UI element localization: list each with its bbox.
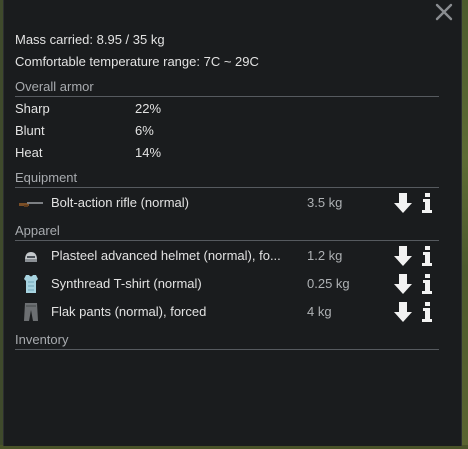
drop-button[interactable] (393, 301, 413, 323)
helmet-icon (18, 246, 44, 266)
gear-panel: Mass carried: 8.95 / 35 kg Comfortable t… (3, 0, 462, 446)
item-name: Flak pants (normal), forced (51, 304, 207, 319)
info-button[interactable] (420, 273, 434, 295)
info-icon (422, 246, 432, 266)
tshirt-icon (18, 274, 44, 294)
armor-stat-value: 14% (135, 145, 162, 160)
info-button[interactable] (420, 245, 434, 267)
item-name: Bolt-action rifle (normal) (51, 195, 189, 210)
info-button[interactable] (420, 301, 434, 323)
drop-button[interactable] (393, 245, 413, 267)
item-mass: 0.25 kg (307, 276, 350, 291)
drop-arrow-icon (394, 193, 412, 213)
overall-armor-header: Overall armor (15, 79, 439, 97)
info-icon (422, 193, 432, 213)
info-icon (422, 274, 432, 294)
item-name: Synthread T-shirt (normal) (51, 276, 202, 291)
armor-stat-label: Blunt (15, 123, 45, 138)
equipment-item-row[interactable]: Bolt-action rifle (normal) 3.5 kg (15, 191, 439, 215)
drop-button[interactable] (393, 192, 413, 214)
apparel-item-row[interactable]: Synthread T-shirt (normal) 0.25 kg (15, 272, 439, 296)
apparel-item-row[interactable]: Flak pants (normal), forced 4 kg (15, 300, 439, 324)
armor-stat-value: 6% (135, 123, 154, 138)
drop-arrow-icon (394, 246, 412, 266)
drop-arrow-icon (394, 274, 412, 294)
close-icon (435, 3, 453, 21)
pants-icon (18, 302, 44, 322)
item-name: Plasteel advanced helmet (normal), fo... (51, 248, 281, 263)
item-mass: 3.5 kg (307, 195, 343, 210)
item-mass: 4 kg (307, 304, 332, 319)
mass-carried-text: Mass carried: 8.95 / 35 kg (15, 32, 165, 47)
comfortable-temperature-text: Comfortable temperature range: 7C ~ 29C (15, 54, 259, 69)
info-icon (422, 302, 432, 322)
drop-button[interactable] (393, 273, 413, 295)
inventory-header: Inventory (15, 332, 439, 350)
armor-stat-value: 22% (135, 101, 162, 116)
armor-stat-label: Heat (15, 145, 43, 160)
equipment-header: Equipment (15, 170, 439, 188)
info-button[interactable] (420, 192, 434, 214)
apparel-item-row[interactable]: Plasteel advanced helmet (normal), fo...… (15, 244, 439, 268)
rifle-icon (18, 193, 44, 213)
item-mass: 1.2 kg (307, 248, 343, 263)
drop-arrow-icon (394, 302, 412, 322)
close-button[interactable] (435, 3, 453, 21)
armor-stat-label: Sharp (15, 101, 50, 116)
apparel-header: Apparel (15, 223, 439, 241)
